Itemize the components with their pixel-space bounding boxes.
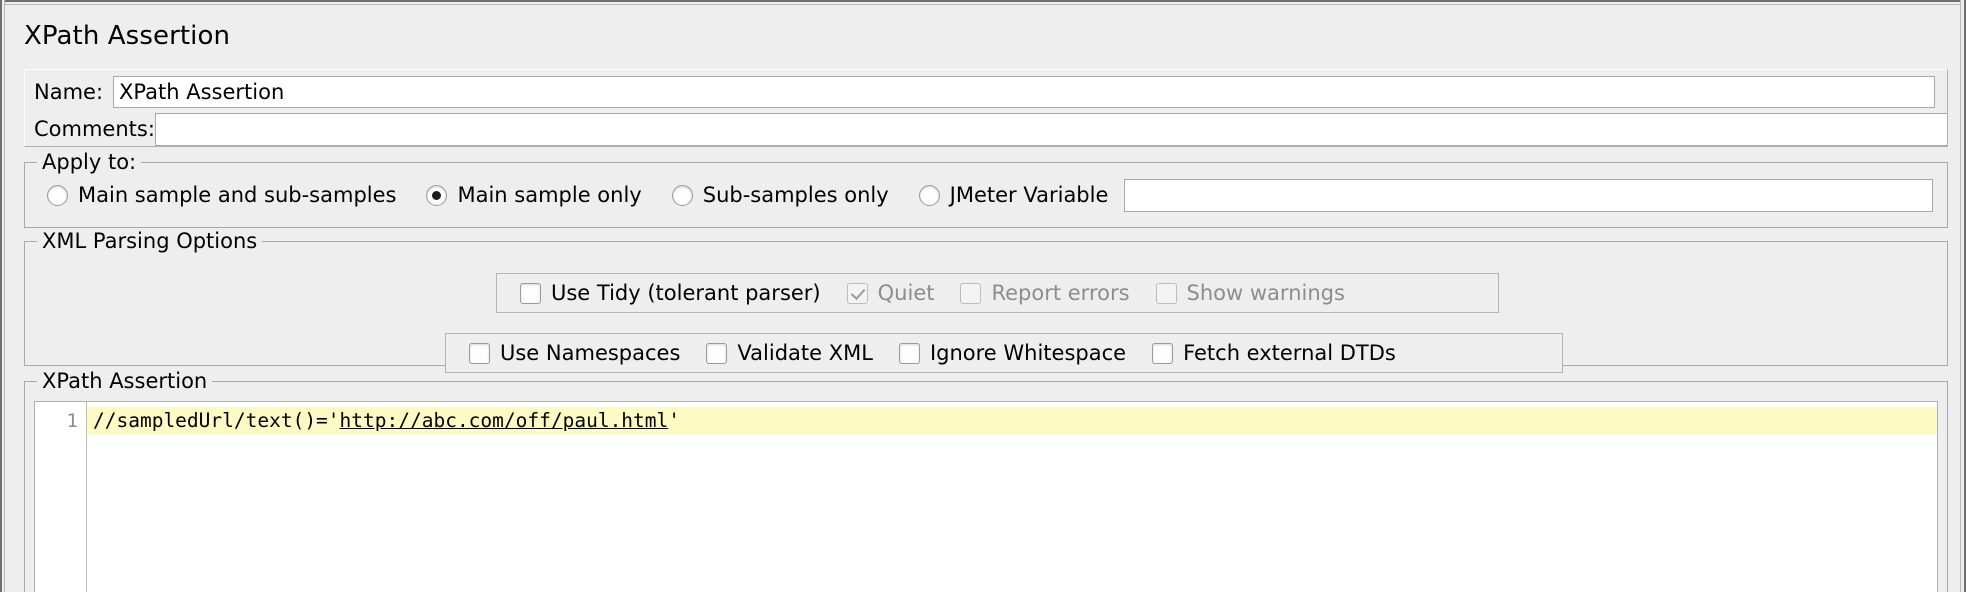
- name-label: Name:: [34, 80, 104, 104]
- radio-label-main-and-sub: Main sample and sub-samples: [78, 183, 397, 207]
- xml-parsing-options-group: XML Parsing Options Use Tidy (tolerant p…: [24, 229, 1948, 373]
- checkbox-icon-report-errors: [960, 282, 982, 304]
- xml-parsing-group-title: XML Parsing Options: [37, 229, 263, 253]
- name-row: Name:: [25, 75, 1947, 109]
- code-line-1[interactable]: //sampledUrl/text()='http://abc.com/off/…: [87, 407, 1937, 435]
- code-url-literal[interactable]: http://abc.com/off/paul.html: [340, 409, 669, 432]
- radio-label-jmeter-variable: JMeter Variable: [949, 183, 1109, 207]
- radio-label-sub-only: Sub-samples only: [702, 183, 889, 207]
- checkbox-ignore-whitespace[interactable]: Ignore Whitespace: [898, 341, 1127, 365]
- xpath-assertion-group-title: XPath Assertion: [37, 369, 213, 393]
- page-title: XPath Assertion: [24, 21, 231, 51]
- checkbox-use-tidy[interactable]: Use Tidy (tolerant parser): [520, 281, 821, 305]
- comments-label: Comments:: [34, 117, 155, 141]
- xpath-assertion-group: XPath Assertion 1 //sampledUrl/text()='h…: [24, 369, 1948, 592]
- checkbox-fetch-external-dtds[interactable]: Fetch external DTDs: [1152, 341, 1396, 365]
- assertion-config-panel: XPath Assertion Name: Comments: Apply to…: [8, 7, 1958, 592]
- checkbox-label-ignore-whitespace: Ignore Whitespace: [929, 341, 1127, 365]
- checkbox-icon-validate-xml: [706, 342, 728, 364]
- jmeter-variable-input[interactable]: [1124, 178, 1933, 212]
- namespace-options-row: Use Namespaces Validate XML Ignore White…: [445, 333, 1563, 373]
- line-number: 1: [66, 410, 78, 432]
- xpath-assertion-window: XPath Assertion Name: Comments: Apply to…: [0, 0, 1966, 592]
- radio-sub-samples-only[interactable]: Sub-samples only: [671, 183, 889, 207]
- checkbox-label-quiet: Quiet: [877, 281, 935, 305]
- checkbox-validate-xml[interactable]: Validate XML: [706, 341, 873, 365]
- comments-row: Comments:: [25, 112, 1947, 146]
- checkbox-icon-show-warnings: [1155, 282, 1177, 304]
- name-input[interactable]: [113, 76, 1935, 108]
- code-prefix: //sampledUrl/text()=': [93, 409, 340, 432]
- checkbox-use-namespaces[interactable]: Use Namespaces: [469, 341, 680, 365]
- code-suffix: ': [668, 409, 681, 432]
- radio-icon-main-only: [426, 184, 448, 206]
- checkbox-icon-ignore-whitespace: [898, 342, 920, 364]
- editor-code-area[interactable]: //sampledUrl/text()='http://abc.com/off/…: [87, 402, 1937, 592]
- checkbox-icon-fetch-external-dtds: [1152, 342, 1174, 364]
- radio-icon-sub-only: [671, 184, 693, 206]
- checkbox-icon-use-tidy: [520, 282, 541, 304]
- checkbox-label-report-errors: Report errors: [991, 281, 1130, 305]
- apply-to-options-row: Main sample and sub-samples Main sample …: [25, 163, 1947, 227]
- radio-icon-main-and-sub: [47, 184, 68, 206]
- xpath-code-editor[interactable]: 1 //sampledUrl/text()='http://abc.com/of…: [34, 401, 1938, 592]
- tidy-options-row: Use Tidy (tolerant parser) Quiet Report …: [496, 273, 1499, 313]
- checkbox-icon-use-namespaces: [469, 342, 490, 364]
- checkbox-label-show-warnings: Show warnings: [1186, 281, 1345, 305]
- checkbox-show-warnings: Show warnings: [1155, 281, 1345, 305]
- checkbox-label-fetch-external-dtds: Fetch external DTDs: [1183, 341, 1396, 365]
- window-frame-right: [1960, 0, 1966, 592]
- comments-input[interactable]: [154, 112, 1947, 146]
- checkbox-quiet: Quiet: [846, 281, 935, 305]
- checkbox-report-errors: Report errors: [960, 281, 1130, 305]
- name-comments-container: Name: Comments:: [24, 69, 1948, 147]
- radio-jmeter-variable[interactable]: JMeter Variable: [918, 183, 1109, 207]
- editor-line-number-gutter: 1: [35, 402, 87, 592]
- checkbox-label-use-namespaces: Use Namespaces: [500, 341, 681, 365]
- checkbox-label-validate-xml: Validate XML: [737, 341, 873, 365]
- radio-icon-jmeter-variable: [918, 184, 940, 206]
- radio-main-sample-only[interactable]: Main sample only: [426, 183, 642, 207]
- radio-label-main-only: Main sample only: [457, 183, 642, 207]
- checkbox-label-use-tidy: Use Tidy (tolerant parser): [551, 281, 821, 305]
- window-frame-left: [0, 0, 5, 592]
- radio-main-sample-and-sub-samples[interactable]: Main sample and sub-samples: [47, 183, 396, 207]
- window-frame-top: [0, 0, 1966, 5]
- checkbox-icon-quiet: [846, 282, 868, 304]
- apply-to-group: Apply to: Main sample and sub-samples Ma…: [24, 150, 1948, 228]
